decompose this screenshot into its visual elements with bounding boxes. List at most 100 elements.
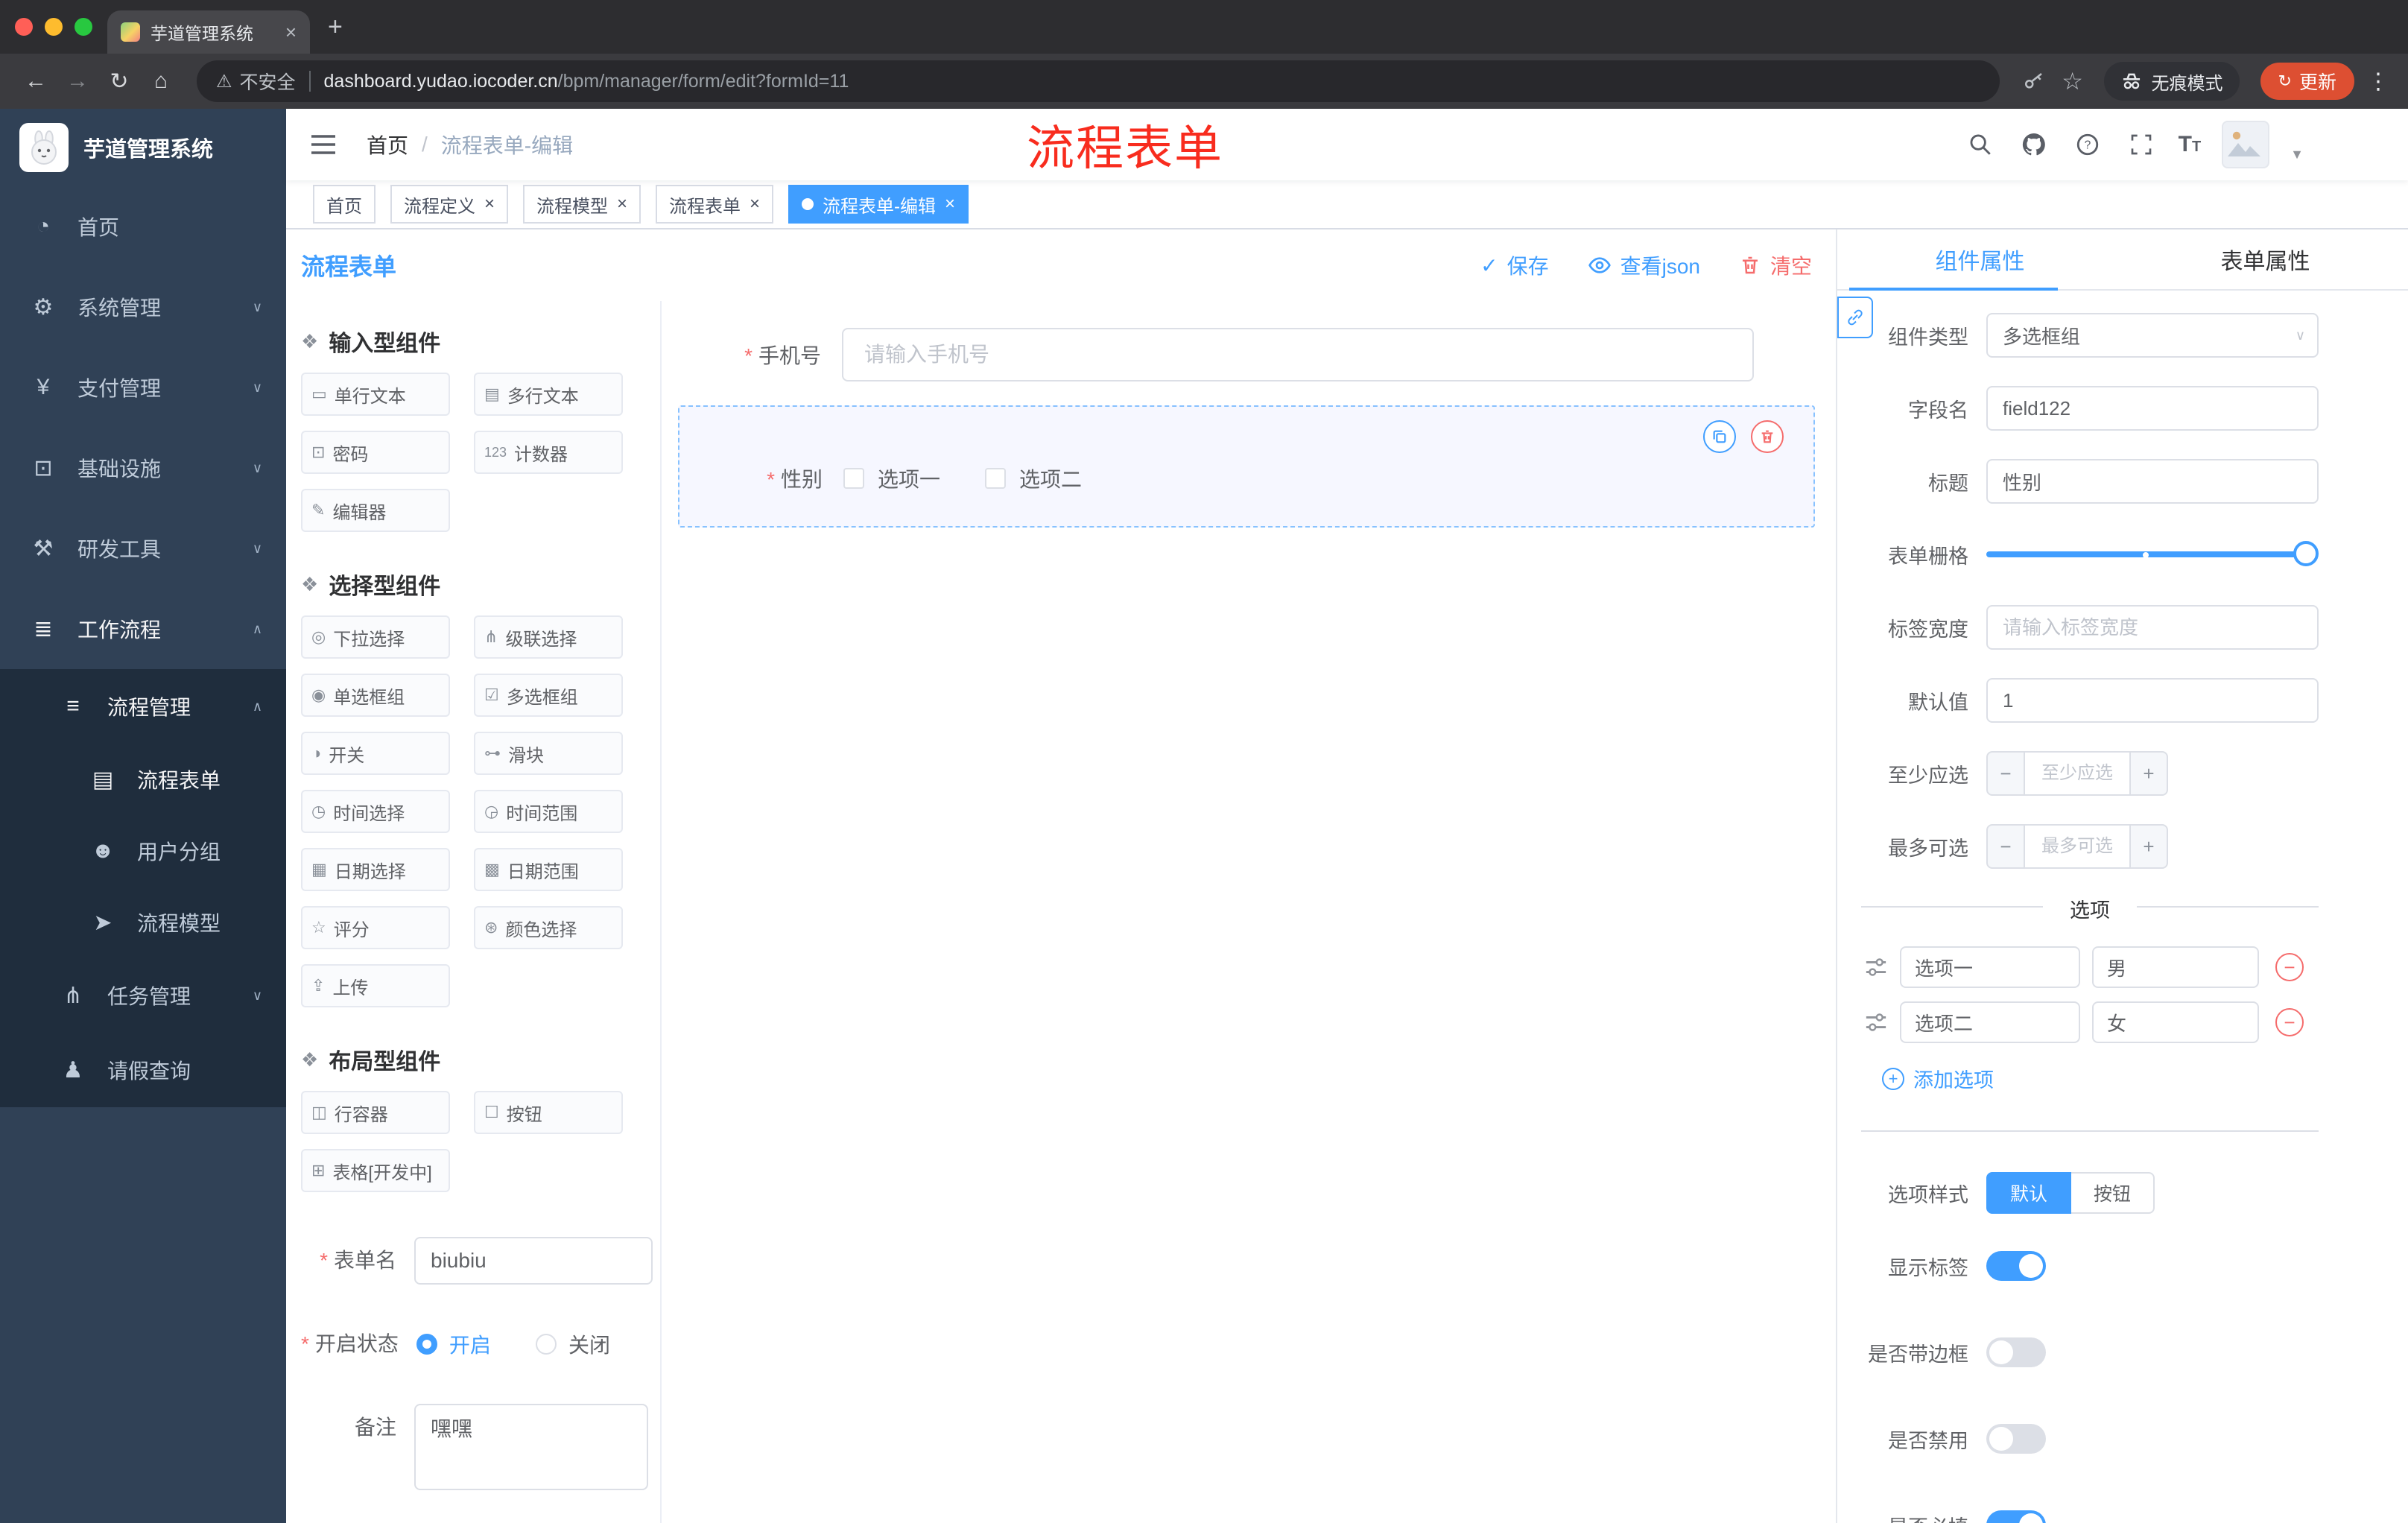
palette-item-editor[interactable]: ✎ 编辑器 bbox=[301, 489, 450, 532]
palette-item-date-range[interactable]: ▩ 日期范围 bbox=[474, 848, 623, 891]
palette-item-time-range[interactable]: ◶ 时间范围 bbox=[474, 790, 623, 833]
label-width-input[interactable] bbox=[1986, 605, 2319, 650]
sidebar-item-process-management[interactable]: ≡ 流程管理 ∧ bbox=[0, 669, 286, 744]
palette-item-time-picker[interactable]: ◷ 时间选择 bbox=[301, 790, 450, 833]
palette-item-upload[interactable]: ⇪ 上传 bbox=[301, 964, 450, 1007]
help-icon[interactable]: ? bbox=[2071, 128, 2104, 161]
clear-button[interactable]: 清空 bbox=[1739, 250, 1812, 280]
fullscreen-icon[interactable] bbox=[2125, 128, 2158, 161]
sidebar-item-system[interactable]: ⚙ 系统管理 ∨ bbox=[0, 267, 286, 347]
sidebar-item-payment[interactable]: ¥ 支付管理 ∨ bbox=[0, 347, 286, 428]
required-toggle[interactable] bbox=[1986, 1510, 2046, 1523]
sidebar-item-leave-query[interactable]: ♟ 请假查询 bbox=[0, 1033, 286, 1107]
plus-button[interactable]: + bbox=[2129, 824, 2168, 869]
close-icon[interactable]: × bbox=[484, 194, 495, 215]
disabled-toggle[interactable] bbox=[1986, 1424, 2046, 1454]
max-select-input[interactable] bbox=[2025, 824, 2129, 869]
min-select-input[interactable] bbox=[2025, 751, 2129, 796]
minus-button[interactable]: − bbox=[1986, 751, 2025, 796]
link-tag-button[interactable] bbox=[1837, 297, 1873, 338]
palette-item-rate[interactable]: ☆ 评分 bbox=[301, 906, 450, 949]
phone-input[interactable] bbox=[842, 328, 1754, 381]
drag-handle-icon[interactable] bbox=[1864, 1011, 1888, 1033]
option-label-input[interactable] bbox=[1900, 946, 2080, 988]
delete-field-button[interactable] bbox=[1751, 420, 1784, 453]
form-remark-textarea[interactable]: 嘿嘿 bbox=[414, 1404, 648, 1490]
drag-handle-icon[interactable] bbox=[1864, 956, 1888, 978]
sidebar-item-process-model[interactable]: ➤ 流程模型 bbox=[0, 887, 286, 958]
sidebar-item-devtools[interactable]: ⚒ 研发工具 ∨ bbox=[0, 508, 286, 589]
status-off-radio[interactable]: 关闭 bbox=[535, 1329, 610, 1359]
palette-item-multi-text[interactable]: ▤ 多行文本 bbox=[474, 373, 623, 416]
tag-home[interactable]: 首页 bbox=[313, 185, 376, 224]
field-name-input[interactable] bbox=[1986, 386, 2319, 431]
grid-slider[interactable] bbox=[1986, 532, 2319, 577]
new-tab-button[interactable]: + bbox=[328, 13, 343, 42]
palette-item-color-picker[interactable]: ⊛ 颜色选择 bbox=[474, 906, 623, 949]
browser-tab[interactable]: 芋道管理系统 × bbox=[107, 10, 310, 54]
search-icon[interactable] bbox=[1964, 128, 1997, 161]
gender-option-1[interactable]: 选项一 bbox=[843, 463, 940, 493]
palette-item-row-container[interactable]: ◫ 行容器 bbox=[301, 1091, 450, 1134]
sidebar-item-home[interactable]: ◔ 首页 bbox=[0, 186, 286, 267]
font-size-icon[interactable]: TT bbox=[2179, 132, 2202, 157]
remove-option-button[interactable]: − bbox=[2275, 1008, 2304, 1036]
sidebar-item-infrastructure[interactable]: ⊡ 基础设施 ∨ bbox=[0, 428, 286, 508]
password-key-icon[interactable] bbox=[2015, 62, 2053, 101]
sidebar-item-user-group[interactable]: ☻ 用户分组 bbox=[0, 815, 286, 887]
palette-item-button[interactable]: ☐ 按钮 bbox=[474, 1091, 623, 1134]
tag-process-model[interactable]: 流程模型 × bbox=[523, 185, 641, 224]
border-toggle[interactable] bbox=[1986, 1337, 2046, 1367]
palette-item-counter[interactable]: 123 计数器 bbox=[474, 431, 623, 474]
style-default-button[interactable]: 默认 bbox=[1986, 1172, 2072, 1214]
palette-item-date-picker[interactable]: ▦ 日期选择 bbox=[301, 848, 450, 891]
view-json-button[interactable]: 查看json bbox=[1588, 250, 1700, 280]
form-name-input[interactable] bbox=[414, 1237, 653, 1285]
save-button[interactable]: ✓ 保存 bbox=[1480, 250, 1548, 280]
palette-item-dropdown[interactable]: ◎ 下拉选择 bbox=[301, 615, 450, 659]
style-button-button[interactable]: 按钮 bbox=[2071, 1172, 2155, 1214]
status-on-radio[interactable]: 开启 bbox=[416, 1329, 491, 1359]
option-value-input[interactable] bbox=[2092, 1001, 2259, 1043]
breadcrumb-home-link[interactable]: 首页 bbox=[367, 130, 408, 159]
remove-option-button[interactable]: − bbox=[2275, 953, 2304, 981]
sidebar-item-task-management[interactable]: ⋔ 任务管理 ∨ bbox=[0, 958, 286, 1033]
option-label-input[interactable] bbox=[1900, 1001, 2080, 1043]
tag-process-form[interactable]: 流程表单 × bbox=[656, 185, 774, 224]
minus-button[interactable]: − bbox=[1986, 824, 2025, 869]
palette-item-table[interactable]: ⊞ 表格[开发中] bbox=[301, 1149, 450, 1192]
bookmark-star-icon[interactable]: ☆ bbox=[2053, 62, 2092, 101]
sidebar-item-process-form[interactable]: ▤ 流程表单 bbox=[0, 744, 286, 815]
palette-item-password[interactable]: ⊡ 密码 bbox=[301, 431, 450, 474]
canvas-gender-field-selected[interactable]: 性别 选项一 选项二 bbox=[678, 405, 1815, 528]
default-value-input[interactable] bbox=[1986, 678, 2319, 723]
github-icon[interactable] bbox=[2018, 128, 2050, 161]
close-window-button[interactable] bbox=[15, 18, 33, 36]
back-button[interactable]: ← bbox=[15, 60, 57, 102]
palette-item-cascader[interactable]: ⋔ 级联选择 bbox=[474, 615, 623, 659]
tab-form-props[interactable]: 表单属性 bbox=[2123, 229, 2408, 289]
tag-process-definition[interactable]: 流程定义 × bbox=[390, 185, 509, 224]
address-bar[interactable]: ⚠ 不安全 dashboard.yudao.iocoder.cn /bpm/ma… bbox=[197, 60, 2000, 102]
title-input[interactable] bbox=[1986, 459, 2319, 504]
tab-component-props[interactable]: 组件属性 bbox=[1837, 229, 2123, 289]
minimize-window-button[interactable] bbox=[45, 18, 63, 36]
avatar[interactable] bbox=[2222, 121, 2270, 168]
browser-update-button[interactable]: ↻ 更新 bbox=[2260, 63, 2354, 100]
close-icon[interactable]: × bbox=[750, 194, 760, 215]
palette-item-checkbox-group[interactable]: ☑ 多选框组 bbox=[474, 674, 623, 717]
close-tab-icon[interactable]: × bbox=[285, 21, 297, 44]
option-value-input[interactable] bbox=[2092, 946, 2259, 988]
zoom-window-button[interactable] bbox=[75, 18, 92, 36]
slider-handle[interactable] bbox=[2293, 541, 2319, 566]
palette-item-single-text[interactable]: ▭ 单行文本 bbox=[301, 373, 450, 416]
reload-button[interactable]: ↻ bbox=[98, 60, 140, 102]
add-option-button[interactable]: + 添加选项 bbox=[1882, 1064, 2408, 1093]
tag-process-form-edit[interactable]: 流程表单-编辑 × bbox=[788, 185, 969, 224]
hamburger-icon[interactable] bbox=[307, 128, 340, 161]
copy-field-button[interactable] bbox=[1703, 420, 1736, 453]
palette-item-slider[interactable]: ⊶ 滑块 bbox=[474, 732, 623, 775]
sidebar-logo[interactable]: 芋道管理系统 bbox=[0, 109, 286, 186]
palette-item-radio-group[interactable]: ◉ 单选框组 bbox=[301, 674, 450, 717]
component-type-select[interactable]: 多选框组 ∨ bbox=[1986, 313, 2319, 358]
